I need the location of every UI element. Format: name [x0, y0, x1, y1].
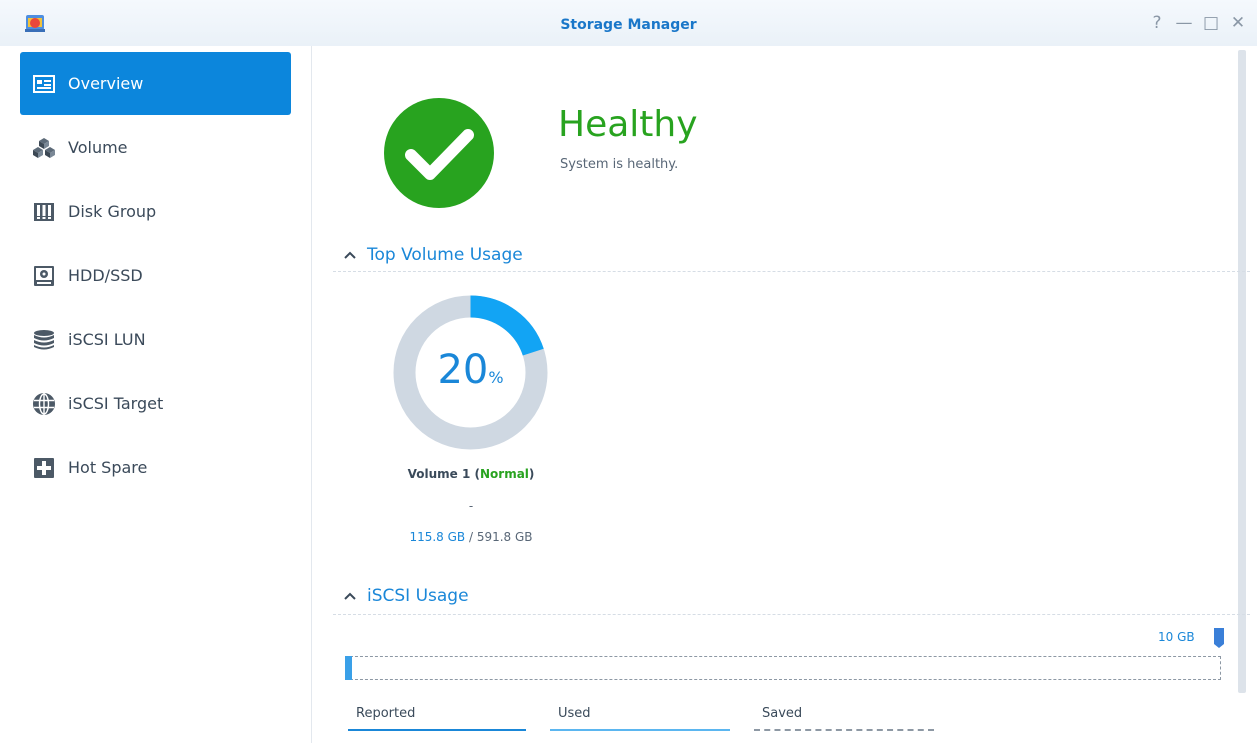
- sidebar-item-disk-group[interactable]: Disk Group: [20, 180, 291, 243]
- health-message: System is healthy.: [560, 157, 679, 172]
- volume-icon: [32, 136, 56, 160]
- sidebar-item-label: Disk Group: [68, 202, 157, 221]
- status-open: (: [470, 467, 480, 481]
- divider: [333, 271, 1250, 272]
- sidebar-item-label: Overview: [68, 74, 144, 93]
- volume-label: Volume 1: [407, 467, 471, 481]
- disk-group-icon: [32, 200, 56, 224]
- iscsi-capacity-label: 10 GB: [1158, 630, 1195, 644]
- title-bar: Storage Manager ? — □ ✕: [0, 0, 1257, 46]
- sidebar-item-volume[interactable]: Volume: [20, 116, 291, 179]
- sidebar-item-iscsi-target[interactable]: iSCSI Target: [20, 372, 291, 435]
- lun-icon: [32, 328, 56, 352]
- volume-used: 115.8 GB: [409, 530, 466, 544]
- sidebar-item-label: Hot Spare: [68, 458, 148, 477]
- iscsi-usage-bar: [345, 656, 1221, 680]
- volume-status: Normal: [479, 467, 529, 481]
- maximize-button[interactable]: □: [1202, 14, 1220, 32]
- sidebar-item-iscsi-lun[interactable]: iSCSI LUN: [20, 308, 291, 371]
- legend-saved-line: [754, 729, 934, 731]
- sidebar-item-label: HDD/SSD: [68, 266, 143, 285]
- scrollbar[interactable]: [1238, 50, 1246, 693]
- section-title: Top Volume Usage: [367, 245, 523, 265]
- sidebar-item-label: Volume: [68, 138, 128, 157]
- legend-reported-line: [348, 729, 526, 731]
- top-volume-usage-toggle[interactable]: Top Volume Usage: [343, 245, 523, 265]
- close-button[interactable]: ✕: [1229, 14, 1247, 32]
- sidebar-item-label: iSCSI Target: [68, 394, 164, 413]
- hdd-icon: [32, 264, 56, 288]
- minimize-button[interactable]: —: [1175, 14, 1193, 32]
- volume-size: 115.8 GB / 591.8 GB: [366, 530, 576, 544]
- sidebar-item-hot-spare[interactable]: Hot Spare: [20, 436, 291, 499]
- chevron-up-icon: [344, 251, 356, 259]
- divider: [333, 614, 1250, 615]
- usage-percent-value: 20: [437, 347, 489, 393]
- volume-total: 591.8 GB: [476, 530, 533, 544]
- volume-name: Volume 1 (Normal): [366, 467, 576, 481]
- check-icon: [384, 98, 494, 208]
- legend-used: Used: [558, 706, 591, 721]
- overview-icon: [32, 72, 56, 96]
- usage-percent: 20%: [393, 347, 548, 393]
- window-title: Storage Manager: [560, 17, 697, 33]
- chevron-up-icon: [344, 592, 356, 600]
- legend-used-line: [550, 729, 730, 731]
- sidebar-item-label: iSCSI LUN: [68, 330, 146, 349]
- status-close: ): [528, 467, 535, 481]
- health-status: Healthy: [558, 104, 698, 145]
- volume-detail: -: [468, 499, 474, 513]
- capacity-marker-icon: [1214, 628, 1224, 648]
- size-separator: /: [465, 530, 477, 544]
- globe-icon: [32, 392, 56, 416]
- sidebar-item-hdd-ssd[interactable]: HDD/SSD: [20, 244, 291, 307]
- plus-box-icon: [32, 456, 56, 480]
- section-title: iSCSI Usage: [367, 586, 469, 606]
- legend-saved: Saved: [762, 706, 803, 721]
- help-button[interactable]: ?: [1148, 14, 1166, 32]
- iscsi-usage-toggle[interactable]: iSCSI Usage: [343, 586, 469, 606]
- sidebar-item-overview[interactable]: Overview: [20, 52, 291, 115]
- usage-percent-unit: %: [488, 368, 504, 387]
- iscsi-usage-fill: [345, 656, 352, 680]
- legend-reported: Reported: [356, 706, 416, 721]
- donut-used-arc: [470, 295, 544, 356]
